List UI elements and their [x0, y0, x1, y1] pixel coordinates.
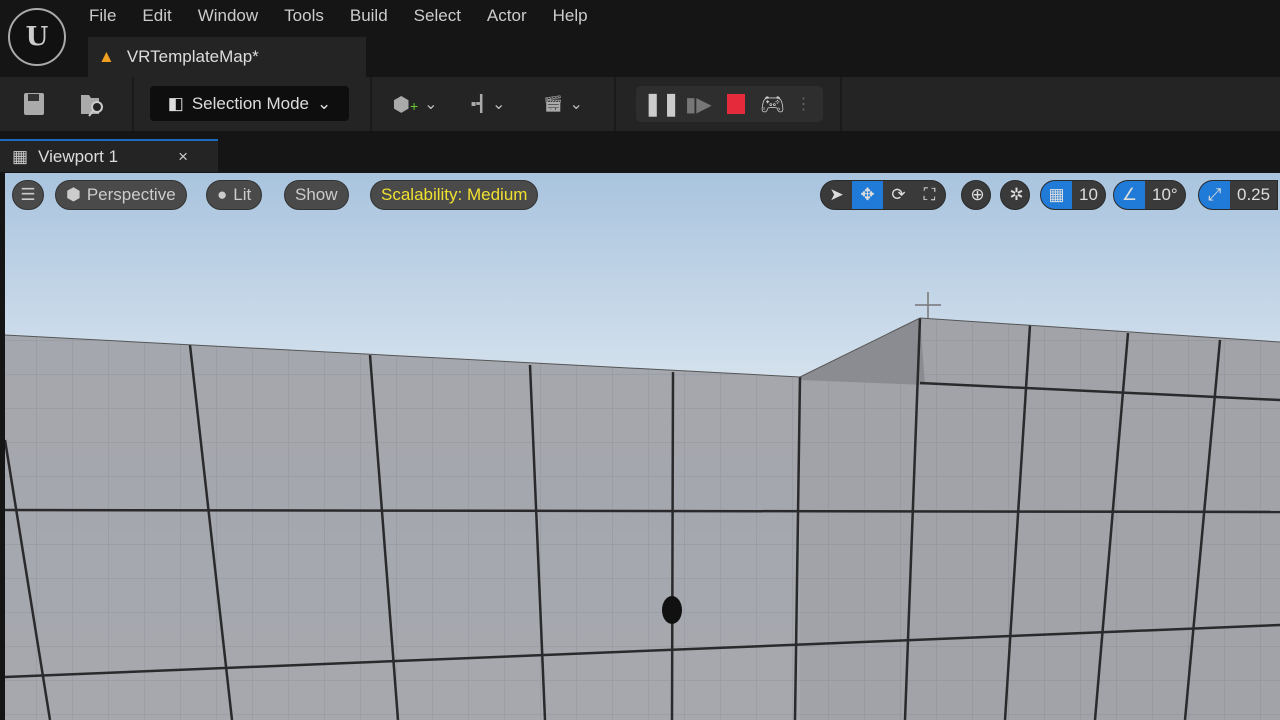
chevron-down-icon: ⌄ [317, 93, 332, 113]
perspective-button[interactable]: ⬢ Perspective [55, 180, 187, 210]
rotate-tool-icon[interactable]: ⟳ [883, 181, 914, 209]
chevron-down-icon: ⌄ [424, 96, 438, 113]
show-button[interactable]: Show [284, 180, 349, 210]
add-actor-icon: ⬢+ [392, 93, 419, 116]
selection-mode-dropdown[interactable]: ◧ Selection Mode ⌄ [150, 86, 349, 121]
chevron-down-icon: ⌄ [491, 96, 506, 113]
surface-snap-toggle[interactable]: ✲ [1000, 180, 1030, 210]
menu-edit[interactable]: Edit [129, 0, 184, 32]
add-actor-button[interactable]: ⬢+ ⌄ [390, 88, 440, 120]
level-icon: ▲ [98, 47, 115, 66]
map-tab-label: VRTemplateMap* [126, 47, 259, 66]
scale-snap-control[interactable]: ⤢ 0.25 [1198, 180, 1279, 210]
unreal-logo[interactable]: U [8, 8, 66, 66]
selection-mode-icon: ◧ [167, 93, 184, 113]
menu-file[interactable]: File [76, 0, 129, 32]
grid-icon: ▦ [1041, 181, 1072, 209]
more-options-icon[interactable]: ⋮ [792, 94, 816, 114]
chevron-down-icon: ⌄ [569, 96, 583, 113]
transform-tools: ➤ ✥ ⟳ ⛶ [820, 180, 946, 210]
angle-icon: ∠ [1114, 181, 1145, 209]
scalability-button[interactable]: Scalability: Medium [370, 180, 539, 210]
perspective-label: Perspective [86, 185, 176, 204]
menu-actor[interactable]: Actor [474, 0, 540, 32]
menu-bar: File Edit Window Tools Build Select Acto… [76, 0, 601, 32]
rotation-snap-control[interactable]: ∠ 10° [1113, 180, 1186, 210]
menu-window[interactable]: Window [185, 0, 271, 32]
blueprints-button[interactable]: ▪┫ ⌄ [462, 88, 514, 120]
show-label: Show [295, 185, 338, 204]
map-tab[interactable]: ▲ VRTemplateMap* [88, 37, 366, 77]
hamburger-icon: ☰ [20, 185, 36, 204]
lit-sphere-icon: ● [217, 185, 228, 204]
scalability-label: Scalability: Medium [381, 185, 528, 204]
stop-icon[interactable] [718, 94, 754, 114]
scale-arrow-icon: ⤢ [1199, 181, 1230, 209]
content-browser-icon[interactable] [78, 90, 108, 118]
cinematics-button[interactable]: 🎬︎ ⌄ [537, 88, 589, 120]
world-local-toggle[interactable]: ⊕ [961, 180, 991, 210]
close-icon[interactable]: × [178, 147, 188, 167]
translate-tool-icon[interactable]: ✥ [852, 181, 883, 209]
viewport-tab-label: Viewport 1 [38, 146, 119, 166]
viewport-tab[interactable]: ▦ Viewport 1 × [0, 139, 218, 172]
pause-icon[interactable]: ❚❚ [644, 91, 681, 117]
menu-build[interactable]: Build [337, 0, 401, 32]
skip-frame-icon[interactable]: ▮▶ [680, 92, 718, 117]
viewport-canvas[interactable] [5, 173, 1280, 720]
scale-snap-value: 0.25 [1237, 185, 1271, 204]
lit-button[interactable]: ● Lit [206, 180, 263, 210]
menu-help[interactable]: Help [540, 0, 601, 32]
viewport-icon: ▦ [12, 146, 29, 166]
menu-tools[interactable]: Tools [271, 0, 337, 32]
blueprint-icon: ▪┫ [470, 96, 486, 113]
grid-snap-value: 10 [1079, 185, 1098, 204]
globe-icon: ⊕ [970, 185, 985, 204]
surface-snap-icon: ✲ [1009, 185, 1024, 204]
lit-label: Lit [233, 185, 252, 204]
grid-snap-control[interactable]: ▦ 10 [1040, 180, 1106, 210]
viewport-menu-button[interactable]: ☰ [12, 180, 44, 210]
level-geometry [5, 292, 1280, 720]
selection-mode-label: Selection Mode [191, 93, 309, 113]
play-controls: ❚❚ ▮▶ 🎮︎ ⋮ [636, 86, 823, 122]
cube-icon: ⬢ [66, 185, 81, 204]
select-tool-icon[interactable]: ➤ [821, 181, 852, 209]
scale-tool-icon[interactable]: ⛶ [914, 181, 945, 209]
gamepad-icon[interactable]: 🎮︎ [754, 92, 792, 117]
rotation-snap-value: 10° [1152, 185, 1178, 204]
menu-select[interactable]: Select [401, 0, 474, 32]
clapperboard-icon: 🎬︎ [543, 96, 564, 113]
save-icon[interactable] [20, 90, 48, 118]
